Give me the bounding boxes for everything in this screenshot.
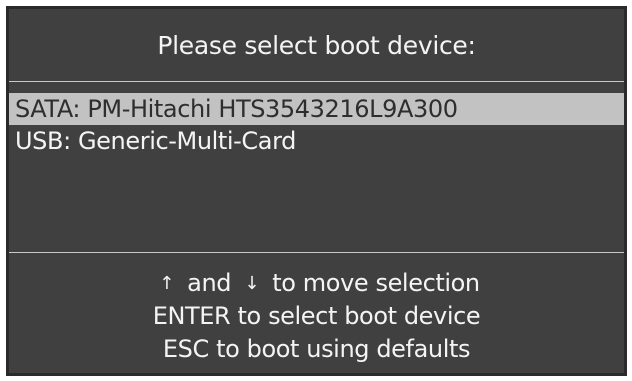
header-divider	[9, 81, 624, 82]
footer-divider	[9, 252, 624, 253]
help-text: ↑ and ↓ to move selection ENTER to selec…	[9, 262, 624, 370]
help-move-text: to move selection	[272, 268, 480, 297]
up-arrow-icon: ↑	[159, 272, 174, 294]
boot-menu-screen: Please select boot device: SATA: PM-Hita…	[0, 0, 632, 381]
boot-device-list: SATA: PM-Hitachi HTS3543216L9A300 USB: G…	[9, 93, 624, 157]
dialog-title: Please select boot device:	[157, 30, 476, 60]
boot-device-item-usb[interactable]: USB: Generic-Multi-Card	[9, 125, 624, 157]
help-line-esc: ESC to boot using defaults	[162, 334, 471, 363]
down-arrow-icon: ↓	[244, 272, 260, 294]
help-and-text: and	[187, 268, 232, 297]
help-line-enter: ENTER to select boot device	[152, 301, 481, 330]
boot-device-dialog: Please select boot device: SATA: PM-Hita…	[6, 6, 627, 376]
help-line-navigation: ↑ and ↓ to move selection	[153, 267, 480, 300]
boot-device-item-sata[interactable]: SATA: PM-Hitachi HTS3543216L9A300	[9, 93, 624, 125]
